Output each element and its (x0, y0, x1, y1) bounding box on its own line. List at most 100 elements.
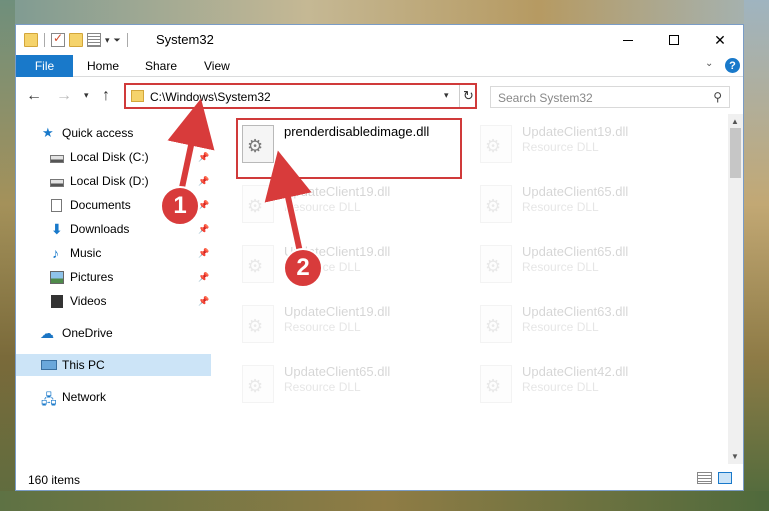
desktop-wallpaper-top (0, 0, 769, 24)
scrollbar-thumb[interactable] (730, 128, 741, 178)
desktop-wallpaper-bottom (0, 491, 769, 511)
recent-locations-icon[interactable]: ▾ (84, 90, 89, 101)
file-item[interactable]: ⚙ UpdateClient65.dll Resource DLL (474, 240, 704, 296)
toolbar-divider (126, 33, 128, 47)
sidebar-item-music[interactable]: ♪ Music 📌 (16, 242, 211, 264)
sidebar-item-label: Local Disk (D:) (70, 174, 149, 188)
scroll-down-icon[interactable]: ▼ (731, 452, 739, 461)
gear-icon: ⚙ (485, 376, 502, 396)
refresh-button[interactable]: ↻ (459, 85, 477, 107)
file-type: Resource DLL (522, 260, 599, 274)
gear-icon: ⚙ (485, 196, 502, 216)
chevron-down-icon[interactable]: ▾ (444, 90, 449, 101)
scroll-up-icon[interactable]: ▲ (731, 117, 739, 126)
step-badge-1: 1 (160, 186, 200, 226)
file-name: UpdateClient65.dll (522, 184, 629, 199)
status-bar: 160 items (16, 468, 743, 490)
pictures-icon (50, 270, 64, 284)
file-name: UpdateClient19.dll (522, 124, 629, 139)
search-input[interactable]: Search System32 ⚲ (490, 86, 730, 108)
gear-icon: ⚙ (485, 136, 502, 156)
tab-home[interactable]: Home (87, 55, 119, 77)
desktop-wallpaper-left (0, 0, 15, 511)
drive-icon (50, 178, 64, 187)
sidebar-item-label: OneDrive (62, 326, 113, 340)
sidebar-item-videos[interactable]: Videos 📌 (16, 290, 211, 312)
vertical-scrollbar[interactable]: ▲ ▼ (728, 114, 743, 464)
search-icon[interactable]: ⚲ (713, 90, 722, 104)
file-name: UpdateClient19.dll (284, 304, 391, 319)
file-explorer-window: ▾ ⏷ System32 ✕ File Home Share View ⌄ ? … (15, 24, 744, 491)
file-item[interactable]: ⚙ UpdateClient19.dll Resource DLL (236, 240, 466, 296)
step-badge-2: 2 (283, 248, 323, 288)
sidebar-item-onedrive[interactable]: ☁ OneDrive (16, 322, 211, 344)
dll-file-icon: ⚙ (480, 365, 512, 403)
file-type: Resource DLL (284, 200, 361, 214)
sidebar-item-label: Local Disk (C:) (70, 150, 149, 164)
file-name: UpdateClient42.dll (522, 364, 629, 379)
file-name: UpdateClient65.dll (522, 244, 629, 259)
sidebar-item-pictures[interactable]: Pictures 📌 (16, 266, 211, 288)
help-icon[interactable]: ? (725, 58, 740, 73)
up-button[interactable]: ↑ (102, 87, 110, 105)
details-view-icon[interactable] (697, 472, 712, 484)
gear-icon: ⚙ (247, 256, 264, 276)
maximize-icon (669, 35, 679, 45)
tab-file[interactable]: File (16, 55, 73, 77)
file-item[interactable]: ⚙ UpdateClient19.dll Resource DLL (236, 180, 466, 236)
window-title: System32 (156, 32, 214, 47)
back-button[interactable]: ← (26, 87, 42, 105)
navigation-bar: ← → ▾ ↑ C:\Windows\System32 ▾ ↻ Search S… (16, 78, 743, 114)
expand-ribbon-icon[interactable]: ⌄ (705, 58, 713, 69)
sidebar-item-this-pc[interactable]: This PC (16, 354, 211, 376)
file-item[interactable]: ⚙ UpdateClient65.dll Resource DLL (236, 360, 466, 416)
properties-check-icon[interactable] (51, 31, 65, 47)
chevron-down-icon[interactable]: ▾ (105, 35, 110, 46)
file-item[interactable]: ⚙ UpdateClient19.dll Resource DLL (236, 300, 466, 356)
toolbar-divider (44, 33, 45, 47)
drive-icon (50, 154, 64, 163)
computer-icon (41, 360, 57, 370)
file-type: Resource DLL (284, 380, 361, 394)
file-name: UpdateClient19.dll (284, 184, 391, 199)
dll-file-icon: ⚙ (480, 245, 512, 283)
close-button[interactable]: ✕ (697, 25, 743, 55)
pin-icon: 📌 (198, 223, 210, 234)
sidebar-item-network[interactable]: 🖧 Network (16, 386, 211, 408)
gear-icon: ⚙ (247, 196, 264, 216)
folder-icon (24, 33, 38, 47)
file-item[interactable]: ⚙ UpdateClient65.dll Resource DLL (474, 180, 704, 236)
gear-icon: ⚙ (247, 376, 264, 396)
file-item[interactable]: ⚙ UpdateClient63.dll Resource DLL (474, 300, 704, 356)
gear-icon: ⚙ (485, 316, 502, 336)
sidebar-item-quick-access[interactable]: ★ Quick access (16, 122, 211, 144)
minimize-icon (623, 39, 633, 41)
address-bar[interactable]: C:\Windows\System32 ▾ ↻ (124, 83, 477, 109)
music-icon: ♪ (52, 245, 59, 261)
customize-toolbar-icon[interactable] (87, 33, 101, 47)
file-highlight-box (236, 118, 462, 179)
sidebar-item-label: This PC (62, 358, 105, 372)
sidebar-item-local-disk-c[interactable]: Local Disk (C:) 📌 (16, 146, 211, 168)
minimize-button[interactable] (605, 25, 651, 55)
tiles-view-icon[interactable] (718, 472, 732, 484)
address-path[interactable]: C:\Windows\System32 (150, 90, 271, 104)
folder-icon (131, 90, 144, 102)
document-icon (51, 198, 62, 212)
customize-arrow-icon[interactable]: ⏷ (114, 35, 121, 46)
sidebar-item-label: Documents (70, 198, 131, 212)
tab-view[interactable]: View (204, 55, 230, 77)
sidebar-item-label: Videos (70, 294, 107, 308)
maximize-button[interactable] (651, 25, 697, 55)
cloud-icon: ☁ (40, 325, 54, 341)
close-icon: ✕ (714, 31, 726, 48)
new-folder-icon[interactable] (69, 33, 83, 47)
dll-file-icon: ⚙ (242, 245, 274, 283)
sidebar-item-label: Network (62, 390, 107, 404)
sidebar-item-label: Quick access (62, 126, 134, 140)
forward-button[interactable]: → (56, 87, 72, 105)
file-item[interactable]: ⚙ UpdateClient19.dll Resource DLL (474, 120, 704, 176)
tab-share[interactable]: Share (145, 55, 177, 77)
file-item[interactable]: ⚙ UpdateClient42.dll Resource DLL (474, 360, 704, 416)
pin-icon: 📌 (198, 271, 210, 282)
